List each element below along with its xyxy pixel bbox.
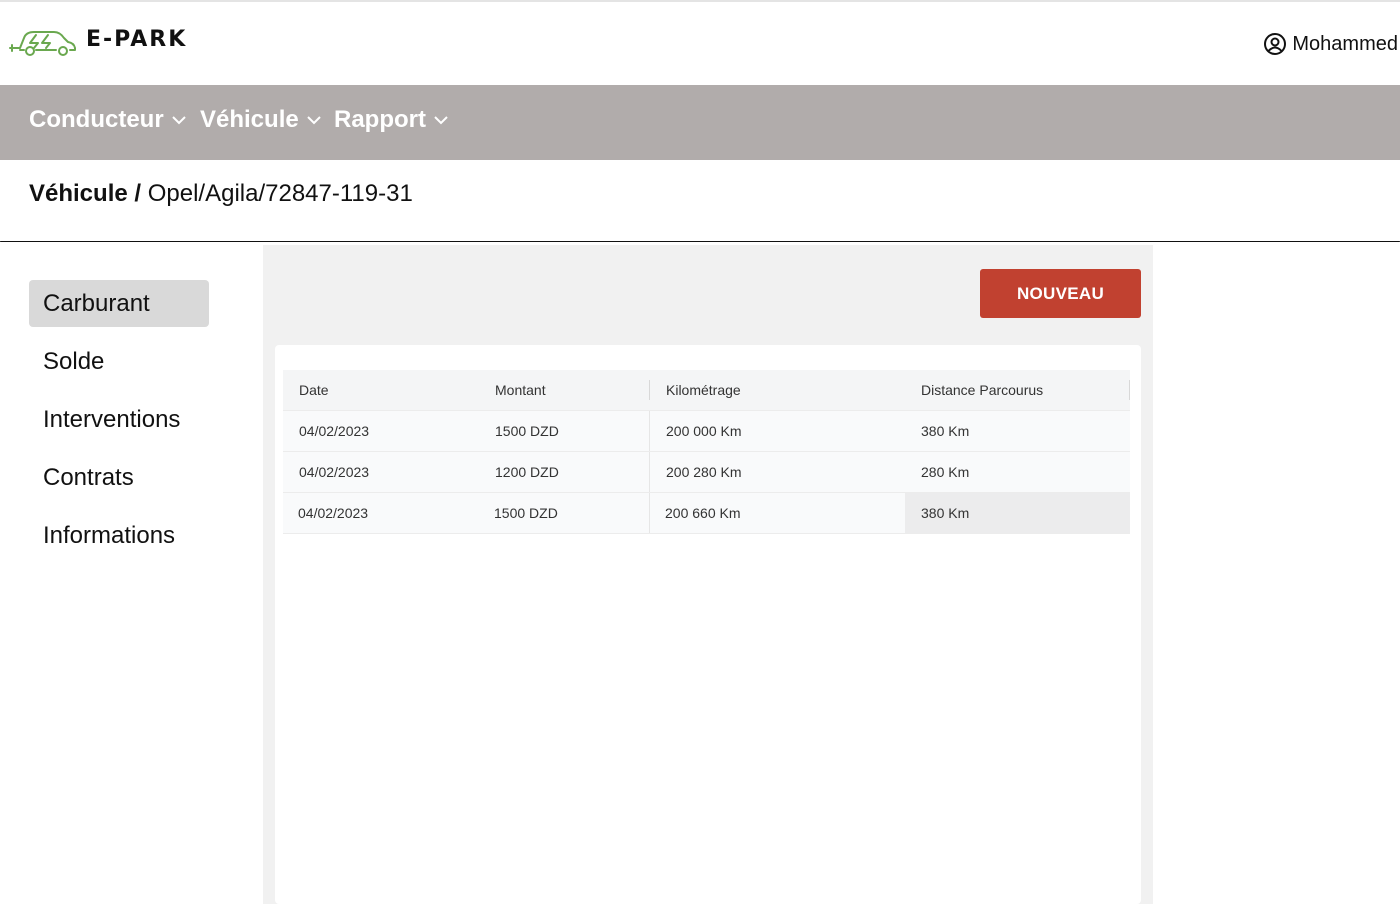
- cell-date: 04/02/2023: [299, 464, 370, 480]
- table-row[interactable]: 04/02/2023 1500 DZD 200 660 Km 380 Km: [283, 493, 1130, 534]
- breadcrumb-current: Opel/Agila/72847-119-31: [147, 180, 413, 207]
- cell-kilometrage: 200 660 Km: [665, 505, 741, 521]
- column-header-montant[interactable]: Montant: [479, 380, 650, 400]
- breadcrumb-root-label: Véhicule: [29, 180, 128, 207]
- logo-text: E-PARK: [86, 26, 188, 52]
- logo[interactable]: E-PARK: [8, 26, 187, 58]
- nav-item-label: Conducteur: [29, 106, 164, 133]
- cell-montant: 1200 DZD: [495, 464, 559, 480]
- breadcrumb-separator: /: [127, 180, 148, 207]
- sidebar: Carburant Solde Interventions Contrats I…: [0, 245, 263, 904]
- nav-item-rapport[interactable]: Rapport: [334, 106, 448, 134]
- new-button[interactable]: NOUVEAU: [980, 269, 1141, 318]
- column-header-date[interactable]: Date: [283, 370, 479, 410]
- column-header-kilometrage[interactable]: Kilométrage: [650, 370, 905, 410]
- sidebar-item-contrats[interactable]: Contrats: [29, 454, 209, 501]
- sidebar-item-interventions[interactable]: Interventions: [29, 396, 209, 443]
- cell-distance: 280 Km: [921, 464, 970, 480]
- app-header: E-PARK Mohammed: [0, 2, 1400, 85]
- cell-date: 04/02/2023: [298, 505, 369, 521]
- sidebar-item-label: Solde: [43, 348, 105, 375]
- sidebar-item-solde[interactable]: Solde: [29, 338, 209, 385]
- nav-item-label: Rapport: [334, 106, 426, 133]
- cell-distance: 380 Km: [905, 493, 1130, 533]
- fuel-table: Date Montant Kilométrage Distance Parcou…: [283, 370, 1130, 534]
- cell-montant: 1500 DZD: [495, 423, 559, 439]
- cell-distance: 380 Km: [921, 423, 970, 439]
- sidebar-item-label: Informations: [43, 522, 176, 549]
- nav-item-vehicule[interactable]: Véhicule: [200, 106, 321, 134]
- column-header-distance[interactable]: Distance Parcourus: [905, 380, 1130, 400]
- table-row[interactable]: 04/02/2023 1200 DZD 200 280 Km 280 Km: [283, 452, 1130, 493]
- user-name: Mohammed: [1292, 32, 1398, 55]
- chevron-down-icon: [434, 115, 448, 124]
- main-nav: Conducteur Véhicule Rapport: [0, 85, 1400, 160]
- cell-date: 04/02/2023: [299, 423, 370, 439]
- cell-kilometrage: 200 280 Km: [666, 464, 742, 480]
- nav-item-conducteur[interactable]: Conducteur: [29, 106, 186, 134]
- table-row[interactable]: 04/02/2023 1500 DZD 200 000 Km 380 Km: [283, 411, 1130, 452]
- cell-montant: 1500 DZD: [494, 505, 558, 521]
- nav-item-label: Véhicule: [200, 106, 299, 133]
- user-menu[interactable]: Mohammed: [1263, 32, 1398, 56]
- chevron-down-icon: [171, 115, 186, 124]
- electric-car-icon: [9, 31, 76, 56]
- sidebar-item-carburant[interactable]: Carburant: [29, 280, 209, 327]
- cell-kilometrage: 200 000 Km: [666, 423, 742, 439]
- breadcrumb-root[interactable]: Véhicule /: [29, 180, 148, 207]
- chevron-down-icon: [307, 115, 321, 124]
- sidebar-item-label: Carburant: [43, 290, 150, 317]
- sidebar-item-informations[interactable]: Informations: [29, 512, 209, 559]
- breadcrumb-divider: [0, 241, 1400, 242]
- sidebar-item-label: Interventions: [43, 406, 181, 433]
- user-icon: [1264, 33, 1287, 55]
- table-header-row: Date Montant Kilométrage Distance Parcou…: [283, 370, 1130, 411]
- sidebar-item-label: Contrats: [43, 464, 134, 491]
- right-panel: [1153, 245, 1400, 904]
- breadcrumb: Véhicule / Opel/Agila/72847-119-31: [29, 180, 413, 208]
